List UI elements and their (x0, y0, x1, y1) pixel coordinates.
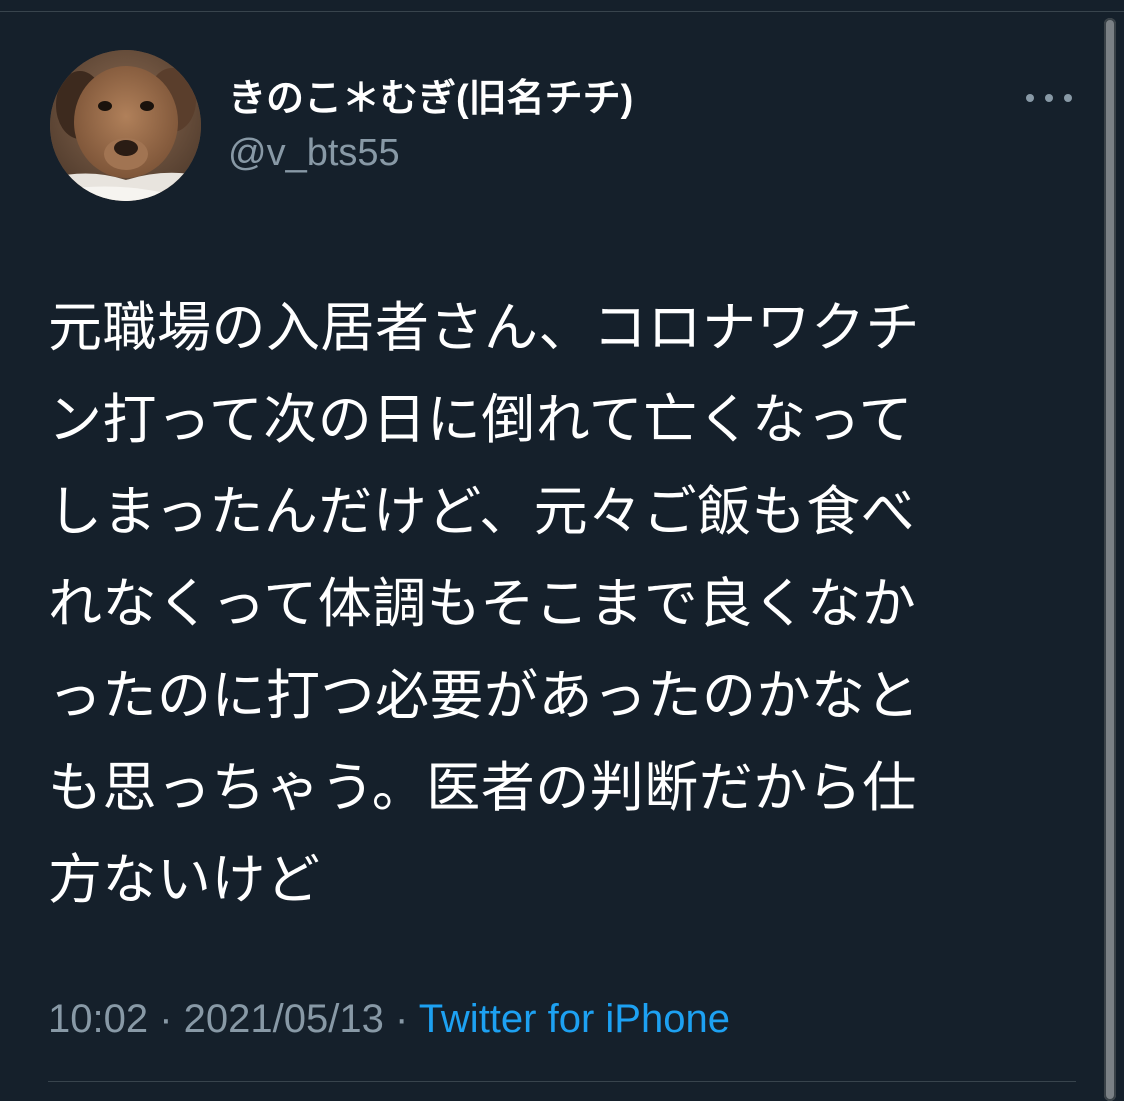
tweet-source-link[interactable]: Twitter for iPhone (419, 997, 730, 1041)
tweet-text-line: れなくって体調もそこまで良くなか (48, 574, 917, 634)
tweet-text-line: も思っちゃう。医者の判断だから仕 (48, 758, 917, 818)
tweet-metadata: 10:02 · 2021/05/13 · Twitter for iPhone (48, 996, 730, 1042)
tweet-text-line: ったのに打つ必要があったのかなと (48, 666, 920, 726)
dog-avatar-icon[interactable] (50, 50, 201, 201)
scrollbar[interactable] (1104, 18, 1116, 1101)
author-display-name[interactable]: きのこ＊むぎ(旧名チチ) (228, 76, 633, 122)
tweet-text-line: 方ないけど (48, 850, 321, 910)
top-border (0, 0, 1124, 12)
meta-separator: · (148, 997, 184, 1041)
tweet-date[interactable]: 2021/05/13 (184, 997, 384, 1041)
more-dot (1026, 94, 1034, 102)
author-handle[interactable]: @v_bts55 (228, 130, 400, 176)
more-horizontal-icon[interactable] (1026, 86, 1072, 110)
tweet-text: 元職場の入居者さん、コロナワクチ ン打って次の日に倒れて亡くなって しまったんだ… (48, 282, 1048, 926)
tweet-text-line: 元職場の入居者さん、コロナワクチ (48, 298, 920, 358)
more-dot (1045, 94, 1053, 102)
tweet-text-line: ン打って次の日に倒れて亡くなって (48, 390, 913, 450)
tweet-text-line: しまったんだけど、元々ご飯も食べ (48, 482, 916, 542)
tweet-time[interactable]: 10:02 (48, 997, 148, 1041)
meta-separator: · (383, 997, 419, 1041)
bottom-divider (48, 1081, 1076, 1082)
more-dot (1064, 94, 1072, 102)
